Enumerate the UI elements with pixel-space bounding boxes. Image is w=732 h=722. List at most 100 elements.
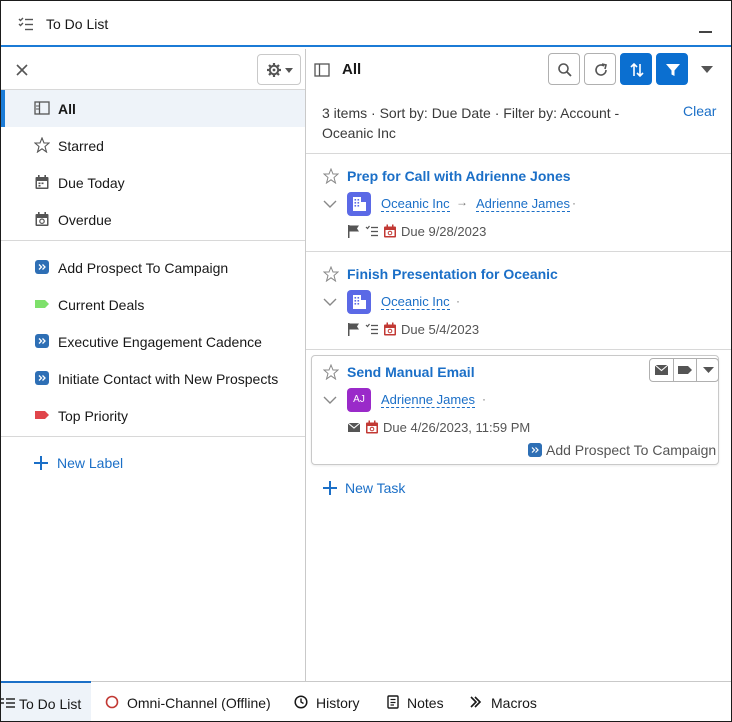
offline-status-icon <box>105 695 119 709</box>
chevron-down-icon[interactable] <box>323 297 337 307</box>
account-link[interactable]: Oceanic Inc <box>381 196 450 212</box>
task-title[interactable]: Send Manual Email <box>347 364 475 380</box>
tab-label: Notes <box>407 695 444 711</box>
notes-icon <box>387 695 399 709</box>
flag-icon <box>348 225 359 238</box>
cadence-tag-text: Add Prospect To Campaign <box>546 442 717 458</box>
due-calendar-icon <box>384 224 396 238</box>
sidebar-item-due-today[interactable]: Due Today <box>1 164 305 201</box>
search-icon <box>558 63 572 77</box>
due-calendar-icon <box>366 420 378 434</box>
label-item-executive-engagement[interactable]: Executive Engagement Cadence <box>1 323 305 360</box>
tag-icon <box>35 411 49 419</box>
cadence-icon <box>35 371 49 385</box>
close-icon[interactable] <box>13 61 31 79</box>
chevron-down-icon[interactable] <box>701 66 713 73</box>
tab-label: Macros <box>491 695 537 711</box>
due-date: Due 9/28/2023 <box>401 224 487 239</box>
task-title[interactable]: Finish Presentation for Oceanic <box>347 266 558 282</box>
flag-icon <box>348 323 359 336</box>
chevron-down-icon[interactable] <box>323 395 337 405</box>
list-title: All <box>342 61 362 78</box>
sidebar-item-label: All <box>58 101 76 117</box>
contact-link[interactable]: Adrienne James <box>381 392 475 408</box>
calendar-clock-icon <box>35 212 49 226</box>
tab-macros[interactable]: Macros <box>470 682 540 722</box>
settings-menu-button[interactable] <box>257 54 301 85</box>
due-date: Due 5/4/2023 <box>401 322 480 337</box>
sidebar-toolbar <box>1 49 305 90</box>
tab-to-do-list[interactable]: To Do List <box>1 681 91 721</box>
cadence-icon <box>35 334 49 348</box>
more-actions-button[interactable] <box>696 359 719 381</box>
sidebar-item-all[interactable]: All <box>1 90 305 127</box>
tab-omni-channel[interactable]: Omni-Channel (Offline) <box>105 682 275 722</box>
tag-icon <box>678 366 692 374</box>
label-item-add-prospect[interactable]: Add Prospect To Campaign <box>1 249 305 286</box>
star-icon[interactable] <box>323 168 339 184</box>
clock-icon <box>294 695 308 709</box>
tab-notes[interactable]: Notes <box>386 682 448 722</box>
list-summary: 3 items · Sort by: Due Date · Filter by:… <box>322 105 620 141</box>
minimize-button[interactable] <box>699 23 713 37</box>
due-calendar-icon <box>384 322 396 336</box>
divider <box>1 240 305 241</box>
label-item-text: Current Deals <box>58 297 145 313</box>
account-icon <box>347 192 371 216</box>
subtask-icon <box>365 323 378 335</box>
sidebar-item-label: Overdue <box>58 212 112 228</box>
utility-panel: To Do List All Starred Due Today Overdue… <box>0 0 732 722</box>
contact-link[interactable]: Adrienne James <box>476 196 570 212</box>
list-view-icon <box>34 101 50 115</box>
star-icon[interactable] <box>323 364 339 380</box>
arrow-icon: → <box>456 195 468 209</box>
due-date: Due 4/26/2023, 11:59 PM <box>383 420 531 435</box>
plus-icon <box>34 456 48 470</box>
tab-history[interactable]: History <box>294 682 364 722</box>
search-button[interactable] <box>548 53 580 85</box>
divider <box>306 349 731 350</box>
todo-list-icon <box>1 698 15 708</box>
task-actions <box>649 358 719 382</box>
account-link[interactable]: Oceanic Inc <box>381 294 450 310</box>
panel-title: To Do List <box>46 16 109 32</box>
label-item-current-deals[interactable]: Current Deals <box>1 286 305 323</box>
label-item-top-priority[interactable]: Top Priority <box>1 397 305 434</box>
calendar-icon <box>35 175 49 189</box>
filter-icon <box>666 64 680 76</box>
sort-button[interactable] <box>620 53 652 85</box>
filter-button[interactable] <box>656 53 688 85</box>
star-icon <box>34 137 50 153</box>
todo-list-icon <box>18 17 33 31</box>
send-email-button[interactable] <box>650 359 673 381</box>
label-item-text: Top Priority <box>58 408 129 424</box>
plus-icon <box>323 481 337 495</box>
sidebar-item-overdue[interactable]: Overdue <box>1 201 305 238</box>
new-label-text: New Label <box>57 455 124 471</box>
chevron-down-icon <box>703 367 714 373</box>
task-list-panel: All 3 items · Sort by: Due Date · Filter… <box>306 49 731 681</box>
email-icon <box>654 364 669 375</box>
label-item-text: Executive Engagement Cadence <box>58 334 262 350</box>
chevron-down-icon[interactable] <box>323 199 337 209</box>
list-toolbar: All <box>306 49 731 90</box>
utility-bar: To Do List Omni-Channel (Offline) Histor… <box>1 681 731 721</box>
task-title[interactable]: Prep for Call with Adrienne Jones <box>347 168 571 184</box>
star-icon[interactable] <box>323 266 339 282</box>
refresh-button[interactable] <box>584 53 616 85</box>
list-sidebar: All Starred Due Today Overdue Add Prospe… <box>1 49 306 681</box>
sidebar-item-label: Due Today <box>58 175 125 191</box>
email-icon <box>347 422 361 432</box>
sidebar-item-starred[interactable]: Starred <box>1 127 305 164</box>
label-item-text: Add Prospect To Campaign <box>58 260 229 276</box>
clear-filter-link[interactable]: Clear <box>683 103 716 119</box>
separator-dot: · <box>482 392 486 406</box>
label-item-initiate-contact[interactable]: Initiate Contact with New Prospects <box>1 360 305 397</box>
contact-avatar: AJ <box>347 388 371 412</box>
label-item-text: Initiate Contact with New Prospects <box>58 371 279 387</box>
divider <box>1 436 305 437</box>
label-button[interactable] <box>673 359 696 381</box>
macros-icon <box>470 696 482 708</box>
sidebar-item-label: Starred <box>58 138 104 154</box>
cadence-icon <box>528 443 542 457</box>
